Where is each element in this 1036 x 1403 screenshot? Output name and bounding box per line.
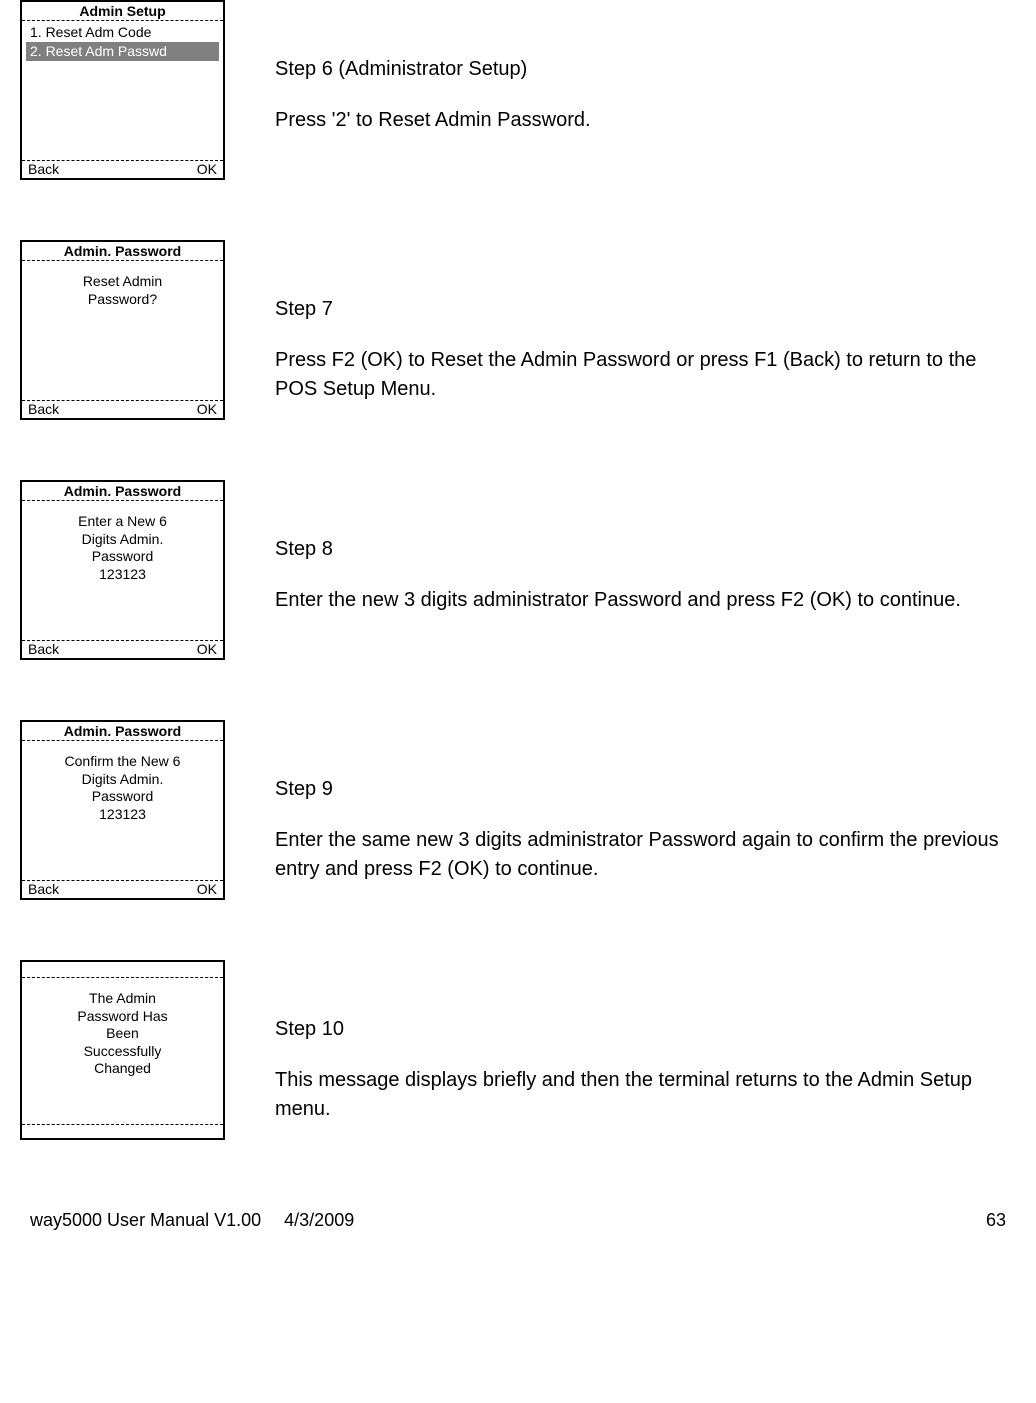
msg-line: Enter a New 6: [26, 513, 219, 531]
msg-line: Been: [26, 1025, 219, 1043]
msg-line: Password Has: [26, 1008, 219, 1026]
menu-item-1[interactable]: 1. Reset Adm Code: [26, 23, 219, 42]
step-title: Step 10: [275, 1015, 1016, 1044]
back-softkey[interactable]: Back: [28, 881, 59, 897]
step-row-7: Admin. Password Reset Admin Password? Ba…: [20, 240, 1016, 420]
msg-line: Password: [26, 548, 219, 566]
screen-footer: Back OK: [22, 400, 223, 418]
menu-item-2[interactable]: 2. Reset Adm Passwd: [26, 42, 219, 61]
msg-line: Password: [26, 788, 219, 806]
footer-left: way5000 User Manual V1.00 4/3/2009: [30, 1210, 372, 1231]
screen-footer: Back OK: [22, 640, 223, 658]
step-title: Step 9: [275, 775, 1016, 804]
msg-line: The Admin: [26, 990, 219, 1008]
step-row-8: Admin. Password Enter a New 6 Digits Adm…: [20, 480, 1016, 660]
step-row-10: The Admin Password Has Been Successfully…: [20, 960, 1016, 1140]
pos-screen-9: Admin. Password Confirm the New 6 Digits…: [20, 720, 225, 900]
msg-line: Digits Admin.: [26, 531, 219, 549]
screen-title: Admin Setup: [22, 2, 223, 21]
page-footer: way5000 User Manual V1.00 4/3/2009 63: [0, 1200, 1036, 1251]
step-description-6: Step 6 (Administrator Setup) Press '2' t…: [275, 0, 1016, 135]
msg-line: Reset Admin: [26, 273, 219, 291]
step-body: Enter the same new 3 digits administrato…: [275, 826, 1016, 884]
manual-date: 4/3/2009: [284, 1210, 354, 1230]
screen-body: The Admin Password Has Been Successfully…: [22, 978, 223, 1124]
step-row-9: Admin. Password Confirm the New 6 Digits…: [20, 720, 1016, 900]
back-softkey[interactable]: Back: [28, 161, 59, 177]
step-body: Enter the new 3 digits administrator Pas…: [275, 586, 1016, 615]
msg-line: 123123: [26, 566, 219, 584]
screen-body: Enter a New 6 Digits Admin. Password 123…: [22, 501, 223, 640]
step-title: Step 7: [275, 295, 1016, 324]
ok-softkey[interactable]: OK: [197, 881, 217, 897]
pos-screen-10: The Admin Password Has Been Successfully…: [20, 960, 225, 1140]
ok-softkey[interactable]: OK: [197, 401, 217, 417]
back-softkey[interactable]: Back: [28, 401, 59, 417]
screen-body: Reset Admin Password?: [22, 261, 223, 400]
step-title: Step 6 (Administrator Setup): [275, 55, 1016, 84]
msg-line: Changed: [26, 1060, 219, 1078]
ok-softkey[interactable]: OK: [197, 161, 217, 177]
step-body: Press '2' to Reset Admin Password.: [275, 106, 1016, 135]
screen-title: Admin. Password: [22, 722, 223, 741]
msg-line: Successfully: [26, 1043, 219, 1061]
screen-footer: Back OK: [22, 880, 223, 898]
msg-line: Digits Admin.: [26, 771, 219, 789]
step-description-9: Step 9 Enter the same new 3 digits admin…: [275, 720, 1016, 884]
back-softkey[interactable]: Back: [28, 641, 59, 657]
step-body: Press F2 (OK) to Reset the Admin Passwor…: [275, 346, 1016, 404]
msg-line: 123123: [26, 806, 219, 824]
screen-body: Confirm the New 6 Digits Admin. Password…: [22, 741, 223, 880]
manual-name: way5000 User Manual V1.00: [30, 1210, 261, 1230]
screen-title-empty: [22, 962, 223, 978]
pos-screen-6: Admin Setup 1. Reset Adm Code 2. Reset A…: [20, 0, 225, 180]
screen-title: Admin. Password: [22, 242, 223, 261]
screen-body: 1. Reset Adm Code 2. Reset Adm Passwd: [22, 21, 223, 160]
step-row-6: Admin Setup 1. Reset Adm Code 2. Reset A…: [20, 0, 1016, 180]
pos-screen-7: Admin. Password Reset Admin Password? Ba…: [20, 240, 225, 420]
step-body: This message displays briefly and then t…: [275, 1066, 1016, 1124]
page-content: Admin Setup 1. Reset Adm Code 2. Reset A…: [0, 0, 1036, 1140]
page-number: 63: [986, 1210, 1006, 1231]
pos-screen-8: Admin. Password Enter a New 6 Digits Adm…: [20, 480, 225, 660]
msg-line: Password?: [26, 291, 219, 309]
step-description-7: Step 7 Press F2 (OK) to Reset the Admin …: [275, 240, 1016, 404]
screen-title: Admin. Password: [22, 482, 223, 501]
step-title: Step 8: [275, 535, 1016, 564]
step-description-10: Step 10 This message displays briefly an…: [275, 960, 1016, 1124]
screen-footer: Back OK: [22, 160, 223, 178]
ok-softkey[interactable]: OK: [197, 641, 217, 657]
step-description-8: Step 8 Enter the new 3 digits administra…: [275, 480, 1016, 615]
msg-line: Confirm the New 6: [26, 753, 219, 771]
screen-footer-empty: [22, 1124, 223, 1138]
